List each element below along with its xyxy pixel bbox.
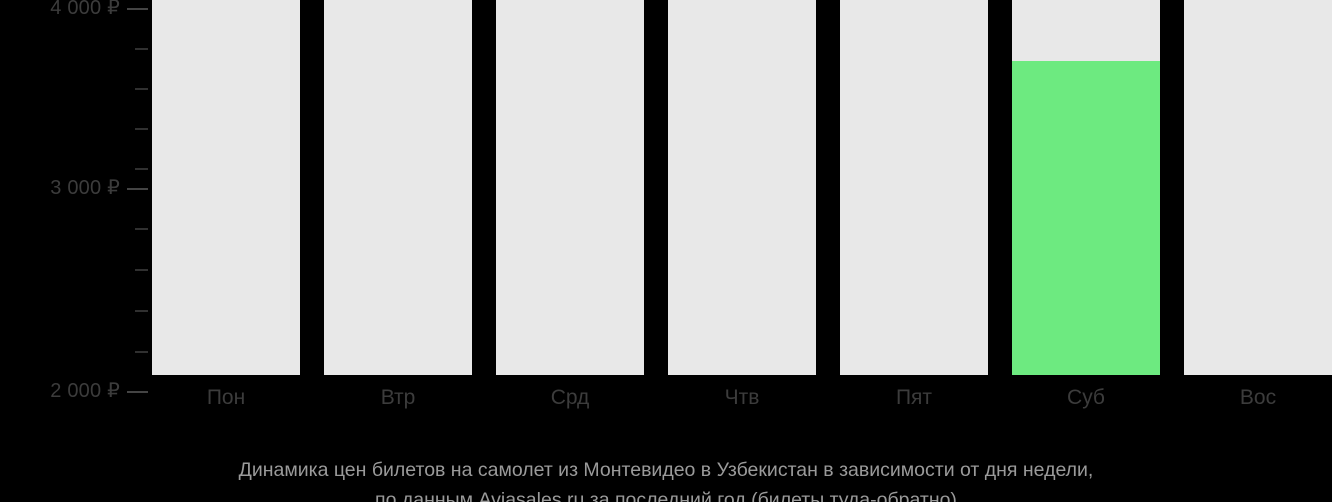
x-axis-label-pon: Пон [206, 386, 246, 409]
bar-track [840, 0, 988, 375]
x-axis-label-sub: Суб [1067, 386, 1105, 409]
caption-line-1: Динамика цен билетов на самолет из Монте… [238, 459, 1094, 481]
y-tick-minor [135, 88, 148, 90]
y-tick-minor [135, 128, 148, 130]
y-tick-major [127, 188, 148, 190]
y-tick-minor [135, 48, 148, 50]
bar-column-vos[interactable] [1184, 0, 1332, 375]
y-tick-major [127, 8, 148, 10]
bar-column-srd[interactable] [496, 0, 644, 375]
y-tick-minor [135, 269, 148, 271]
bar-column-pyat[interactable] [840, 0, 988, 375]
x-axis-label-chtv: Чтв [724, 386, 760, 409]
y-axis-label-4000: 4 000 ₽ [50, 0, 120, 19]
x-axis-label-vtr: Втр [380, 386, 416, 409]
bar-fill-highlight [1012, 61, 1160, 375]
caption-line-2: по данным Aviasales.ru за последний год … [375, 489, 957, 502]
x-axis: Пон Втр Срд Чтв Пят Суб Вос [0, 385, 1332, 415]
x-axis-label-vos: Вос [1239, 386, 1277, 409]
y-tick-minor [135, 310, 148, 312]
bar-column-pon[interactable] [152, 0, 300, 375]
bar-track [324, 0, 472, 375]
y-axis: 4 000 ₽ 3 000 ₽ 2 000 ₽ [0, 0, 152, 401]
chart-caption: Динамика цен билетов на самолет из Монте… [0, 455, 1332, 502]
bar-column-sub[interactable] [1012, 0, 1160, 375]
y-tick-minor [135, 351, 148, 353]
bar-track [1184, 0, 1332, 375]
bar-track [496, 0, 644, 375]
bar-column-chtv[interactable] [668, 0, 816, 375]
y-axis-label-3000: 3 000 ₽ [50, 177, 120, 199]
x-axis-label-srd: Срд [550, 386, 590, 409]
y-tick-minor [135, 228, 148, 230]
bar-column-vtr[interactable] [324, 0, 472, 375]
bar-track [152, 0, 300, 375]
bar-track [668, 0, 816, 375]
y-tick-minor [135, 168, 148, 170]
chart-screenshot: 4 000 ₽ 3 000 ₽ 2 000 ₽ Пон Втр Срд Чтв … [0, 0, 1332, 502]
x-axis-label-pyat: Пят [895, 386, 933, 409]
plot-area [0, 0, 1332, 375]
